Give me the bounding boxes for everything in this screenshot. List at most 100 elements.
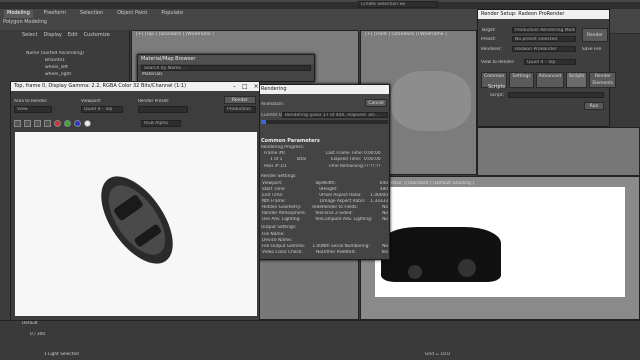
- script-field[interactable]: [508, 92, 604, 98]
- preset-dropdown[interactable]: No preset selected: [512, 36, 576, 42]
- material-browser: Material/Map Browser Search by Name ... …: [137, 54, 315, 82]
- menu-display[interactable]: Display: [43, 32, 61, 38]
- rendering-title[interactable]: Rendering: [258, 85, 389, 94]
- pass-value: 1/1: [280, 164, 287, 169]
- car-render: [101, 176, 173, 264]
- menu-customize[interactable]: Customize: [84, 32, 110, 38]
- ribbon-tabs: Modeling Freeform Selection Object Paint…: [0, 10, 200, 18]
- tab-render-elements[interactable]: Render Elements: [589, 72, 617, 88]
- tab-freeform[interactable]: Freeform: [41, 10, 69, 18]
- material-search-input[interactable]: Search by Name ...: [141, 65, 311, 71]
- subtab-polygon-modeling[interactable]: Polygon Modeling: [3, 19, 47, 27]
- channel-dropdown[interactable]: RGB Alpha: [141, 120, 181, 127]
- viewport-label[interactable]: [+] [Top ] [Standard ] [Wireframe ]: [136, 32, 214, 37]
- sort-header[interactable]: Name (Sorted Ascending): [26, 51, 84, 57]
- last-time-label: Last Frame Time:: [326, 151, 364, 156]
- maximize-icon[interactable]: □: [242, 83, 248, 90]
- minimize-icon[interactable]: –: [233, 83, 236, 90]
- alpha-channel-icon[interactable]: [84, 120, 91, 127]
- status-bar: 0 / 300 Default 1 Light Selected Grid = …: [0, 320, 640, 360]
- setting-value: Yes: [315, 217, 322, 222]
- grid-readout: Grid = 10.0: [425, 352, 450, 357]
- scripts-rollout[interactable]: Scripts: [488, 84, 505, 90]
- view-label: View to Render:: [481, 60, 515, 65]
- area-label: Area to Render:: [14, 99, 48, 104]
- area-dropdown[interactable]: View: [14, 106, 52, 113]
- frame-window: Top, frame 0, Display Gamma: 2.2, RGBA C…: [10, 81, 260, 321]
- main-toolbar: [0, 2, 640, 9]
- setting-value: No: [382, 217, 388, 222]
- menu-select[interactable]: Select: [22, 32, 37, 38]
- setting-row: Use Adv. Lighting: Yes: [262, 217, 322, 223]
- output-list-2: Nth Serial Numbering: No Dither Paletted: Y…: [322, 244, 388, 256]
- close-icon[interactable]: ×: [254, 83, 259, 90]
- target-dropdown[interactable]: Production Rendering Mode: [512, 27, 576, 33]
- green-channel-icon[interactable]: [64, 120, 71, 127]
- common-params-header[interactable]: Common Parameters: [261, 138, 320, 144]
- tab-object-paint[interactable]: Object Paint: [114, 10, 150, 18]
- cancel-button[interactable]: Cancel: [365, 99, 387, 107]
- preset-dropdown[interactable]: [138, 106, 188, 113]
- tab-scripts[interactable]: Scripts: [565, 72, 588, 88]
- elapsed-label: Elapsed Time:: [331, 157, 362, 162]
- view-dropdown[interactable]: Quad 4 - Top: [524, 59, 576, 65]
- preset-label: Preset:: [481, 37, 496, 42]
- layer-default[interactable]: Default: [22, 321, 38, 326]
- tab-modeling[interactable]: Modeling: [4, 10, 33, 18]
- save-icon[interactable]: [14, 120, 21, 127]
- car-shape: [381, 227, 501, 282]
- copy-icon[interactable]: [24, 120, 31, 127]
- render-output-image: [15, 132, 257, 316]
- tab-selection[interactable]: Selection: [77, 10, 106, 18]
- clone-icon[interactable]: [34, 120, 41, 127]
- blue-channel-icon[interactable]: [74, 120, 81, 127]
- progress-label: Rendering Progress:: [261, 145, 305, 150]
- preset-label: Render Preset:: [138, 99, 170, 104]
- target-label: Target:: [481, 28, 496, 33]
- viewport-label[interactable]: [+] [Front ] [Standard ] [Wireframe ]: [365, 32, 447, 37]
- viewport-perspective[interactable]: [+] [Perspective ] [Standard ] [Default …: [360, 176, 640, 320]
- save-file-checkbox[interactable]: Save File: [582, 47, 601, 52]
- scene-item[interactable]: Bhav001: [45, 58, 65, 64]
- render-button[interactable]: Render: [582, 28, 608, 42]
- material-browser-title[interactable]: Material/Map Browser: [138, 55, 314, 64]
- scene-item[interactable]: wheel_right: [45, 72, 71, 78]
- remaining-value: ??:??:??: [364, 164, 381, 169]
- window-controls: – □ ×: [233, 83, 259, 90]
- ribbon-subtabs: Polygon Modeling: [0, 19, 47, 27]
- frame-label: Frame #:: [264, 151, 284, 156]
- tab-advanced[interactable]: Advanced: [535, 72, 564, 88]
- selection-status: 1 Light Selected: [44, 352, 79, 357]
- progress-bar: [261, 120, 388, 124]
- setting-key: Video Color Check:: [262, 250, 303, 255]
- rendering-dialog: Rendering Animation: Cancel Current Task…: [257, 84, 390, 260]
- clear-icon[interactable]: [44, 120, 51, 127]
- car-wheel: [456, 257, 478, 279]
- production-dropdown[interactable]: Production: [224, 106, 256, 113]
- settings-label: Render Settings:: [261, 174, 297, 179]
- of-label: 1 of 1: [270, 157, 283, 162]
- renderer-dropdown[interactable]: Radeon ProRender: [512, 46, 576, 52]
- frame-counter[interactable]: 0 / 300: [30, 332, 45, 337]
- menu-edit[interactable]: Edit: [68, 32, 78, 38]
- render-setup-title[interactable]: Render Setup: Radeon ProRender: [478, 10, 609, 19]
- render-button[interactable]: Render: [224, 96, 256, 104]
- progress-fill: [261, 120, 267, 124]
- output-label: Output Settings:: [261, 225, 297, 230]
- tab-populate[interactable]: Populate: [158, 10, 186, 18]
- run-button[interactable]: Run: [584, 102, 604, 110]
- scene-item[interactable]: wheel_left: [45, 65, 68, 71]
- materials-section[interactable]: Materials: [138, 72, 314, 77]
- frame-window-title[interactable]: Top, frame 0, Display Gamma: 2.2, RGBA C…: [11, 82, 259, 91]
- setting-key: Use Adv. Lighting:: [262, 217, 301, 222]
- render-setup-dialog: Render Setup: Radeon ProRender Target: P…: [477, 9, 617, 127]
- tab-settings[interactable]: Settings: [509, 72, 534, 88]
- red-channel-icon[interactable]: [54, 120, 61, 127]
- car-wireframe-front: [391, 71, 471, 131]
- pass-label: Pass #:: [264, 164, 280, 169]
- frame-toolbar: [14, 120, 91, 127]
- viewport-dropdown[interactable]: Quad 4 - Top: [81, 106, 123, 113]
- current-task-value: Rendering (pass 17 of 400, elapsed: 3s).…: [282, 112, 388, 118]
- selection-set-field[interactable]: Create Selection Se: [358, 1, 438, 8]
- viewport-top-right-strip[interactable]: [477, 127, 640, 176]
